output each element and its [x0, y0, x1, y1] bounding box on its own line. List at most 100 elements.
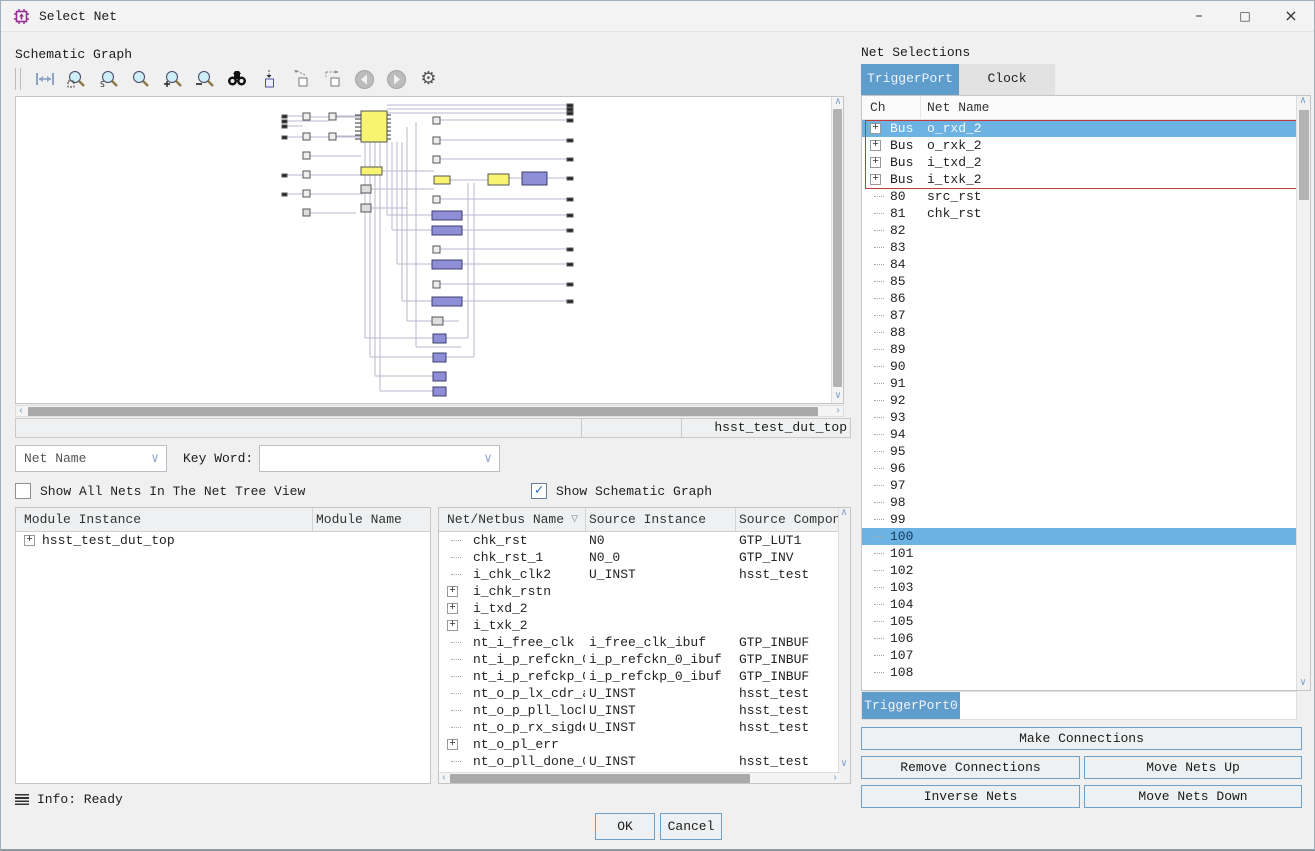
zoom-in-icon[interactable] — [162, 69, 183, 90]
table-row[interactable]: nt_i_p_refckn_0i_p_refckn_0_ibufGTP_INBU… — [439, 651, 850, 668]
table-row[interactable]: 81chk_rst — [862, 205, 1296, 222]
keyword-input[interactable] — [266, 448, 445, 469]
table-row[interactable]: 91 — [862, 375, 1296, 392]
table-row[interactable]: 104 — [862, 596, 1296, 613]
table-row[interactable]: +nt_o_pl_err — [439, 736, 850, 753]
table-row[interactable]: nt_o_p_lx_cdr_al…U_INSThsst_test — [439, 685, 850, 702]
zoom-out-icon[interactable] — [194, 69, 215, 90]
make-connections-button[interactable]: Make Connections — [861, 727, 1302, 750]
table-row[interactable]: chk_rst_1N0_0GTP_INV — [439, 549, 850, 566]
settings-icon[interactable]: ⚙ — [418, 69, 439, 90]
expander-icon[interactable]: + — [447, 739, 458, 750]
net-selections-header[interactable]: Ch Net Name — [862, 96, 1296, 120]
show-all-nets-checkbox[interactable] — [15, 483, 31, 499]
table-row[interactable]: 98 — [862, 494, 1296, 511]
net-table-horizontal-scrollbar[interactable]: ‹ › — [439, 772, 840, 784]
remove-connections-button[interactable]: Remove Connections — [861, 756, 1080, 779]
table-row[interactable]: nt_i_p_refckp_0i_p_refckp_0_ibufGTP_INBU… — [439, 668, 850, 685]
table-row[interactable]: nt_o_p_rx_sigdet…U_INSThsst_test — [439, 719, 850, 736]
trace-load-icon[interactable] — [322, 69, 343, 90]
ok-button[interactable]: OK — [595, 813, 655, 840]
expander-icon[interactable]: + — [870, 140, 881, 151]
locate-net-icon[interactable] — [258, 69, 279, 90]
table-row[interactable]: +hsst_test_dut_top — [16, 532, 430, 549]
zoom-selection-icon[interactable]: S — [98, 69, 119, 90]
table-row[interactable]: 86 — [862, 290, 1296, 307]
fit-width-icon[interactable] — [34, 69, 55, 90]
table-row[interactable]: 83 — [862, 239, 1296, 256]
zoom-full-icon[interactable] — [130, 69, 151, 90]
expander-icon[interactable]: + — [447, 603, 458, 614]
table-row[interactable]: nt_o_p_pll_lock_0U_INSThsst_test — [439, 702, 850, 719]
toolbar-handle[interactable] — [15, 68, 21, 90]
table-row[interactable]: +Buso_rxd_2 — [862, 120, 1296, 137]
table-row[interactable]: 89 — [862, 341, 1296, 358]
zoom-area-icon[interactable] — [66, 69, 87, 90]
schematic-vertical-scrollbar[interactable]: ∧ ∨ — [831, 97, 843, 403]
table-row[interactable]: 107 — [862, 647, 1296, 664]
table-row[interactable]: 84 — [862, 256, 1296, 273]
table-row[interactable]: 87 — [862, 307, 1296, 324]
back-icon[interactable] — [354, 69, 375, 90]
table-row[interactable]: 97 — [862, 477, 1296, 494]
table-row[interactable]: +Busi_txd_2 — [862, 154, 1296, 171]
tab-triggerport[interactable]: TriggerPort — [861, 64, 959, 95]
table-row[interactable]: 100 — [862, 528, 1296, 545]
table-row[interactable]: 93 — [862, 409, 1296, 426]
table-row[interactable]: +Buso_rxk_2 — [862, 137, 1296, 154]
show-schematic-checkbox[interactable]: ✓ — [531, 483, 547, 499]
table-row[interactable]: 80src_rst — [862, 188, 1296, 205]
table-row[interactable]: nt_o_pll_done_0U_INSThsst_test — [439, 753, 850, 770]
maximize-button[interactable]: □ — [1222, 1, 1268, 32]
triggerport0-tag[interactable]: TriggerPort0 — [862, 692, 960, 719]
table-row[interactable]: 106 — [862, 630, 1296, 647]
table-row[interactable]: +i_txk_2 — [439, 617, 850, 634]
module-table-header[interactable]: Module Instance Module Name — [16, 508, 430, 532]
expander-icon[interactable]: + — [24, 535, 35, 546]
expander-icon[interactable]: + — [870, 157, 881, 168]
table-row[interactable]: +Busi_txk_2 — [862, 171, 1296, 188]
table-row[interactable]: chk_rstN0GTP_LUT1 — [439, 532, 850, 549]
table-row[interactable]: +i_chk_rstn — [439, 583, 850, 600]
source-component: hsst_test — [739, 685, 839, 702]
find-icon[interactable] — [226, 69, 247, 90]
close-button[interactable]: × — [1268, 1, 1314, 32]
table-row[interactable]: 95 — [862, 443, 1296, 460]
inverse-nets-button[interactable]: Inverse Nets — [861, 785, 1080, 808]
move-nets-up-button[interactable]: Move Nets Up — [1084, 756, 1302, 779]
net-selections-vertical-scrollbar[interactable]: ∧ ∨ — [1296, 96, 1310, 690]
table-row[interactable]: 94 — [862, 426, 1296, 443]
table-row[interactable]: 92 — [862, 392, 1296, 409]
table-row[interactable]: 102 — [862, 562, 1296, 579]
table-row[interactable]: nt_i_free_clki_free_clk_ibufGTP_INBUF — [439, 634, 850, 651]
table-row[interactable]: 105 — [862, 613, 1296, 630]
cancel-button[interactable]: Cancel — [660, 813, 722, 840]
minimize-button[interactable]: – — [1176, 1, 1222, 32]
table-row[interactable]: 88 — [862, 324, 1296, 341]
schematic-canvas[interactable]: ∧ ∨ — [15, 96, 844, 404]
table-row[interactable]: i_chk_clk2U_INSThsst_test — [439, 566, 850, 583]
table-row[interactable]: 99 — [862, 511, 1296, 528]
table-row[interactable]: 108 — [862, 664, 1296, 681]
tab-clock[interactable]: Clock — [959, 64, 1055, 95]
expander-icon[interactable]: + — [870, 123, 881, 134]
net-table-header[interactable]: Net/Netbus Name ▽ Source Instance Source… — [439, 508, 850, 532]
table-row[interactable]: 90 — [862, 358, 1296, 375]
table-row[interactable]: 103 — [862, 579, 1296, 596]
table-row[interactable]: 85 — [862, 273, 1296, 290]
expander-icon[interactable]: + — [870, 174, 881, 185]
keyword-combo[interactable]: ∨ — [259, 445, 500, 472]
move-nets-down-button[interactable]: Move Nets Down — [1084, 785, 1302, 808]
trace-source-icon[interactable] — [290, 69, 311, 90]
table-row[interactable]: 96 — [862, 460, 1296, 477]
sort-indicator-icon[interactable]: ▽ — [571, 511, 578, 526]
expander-icon[interactable]: + — [447, 620, 458, 631]
table-row[interactable]: +i_txd_2 — [439, 600, 850, 617]
forward-icon[interactable] — [386, 69, 407, 90]
filter-type-dropdown[interactable]: Net Name ∨ — [15, 445, 167, 472]
expander-icon[interactable]: + — [447, 586, 458, 597]
table-row[interactable]: 82 — [862, 222, 1296, 239]
net-table-vertical-scrollbar[interactable]: ∧ ∨ — [838, 508, 850, 783]
table-row[interactable]: 101 — [862, 545, 1296, 562]
schematic-horizontal-scrollbar[interactable]: ‹ › — [15, 405, 844, 417]
